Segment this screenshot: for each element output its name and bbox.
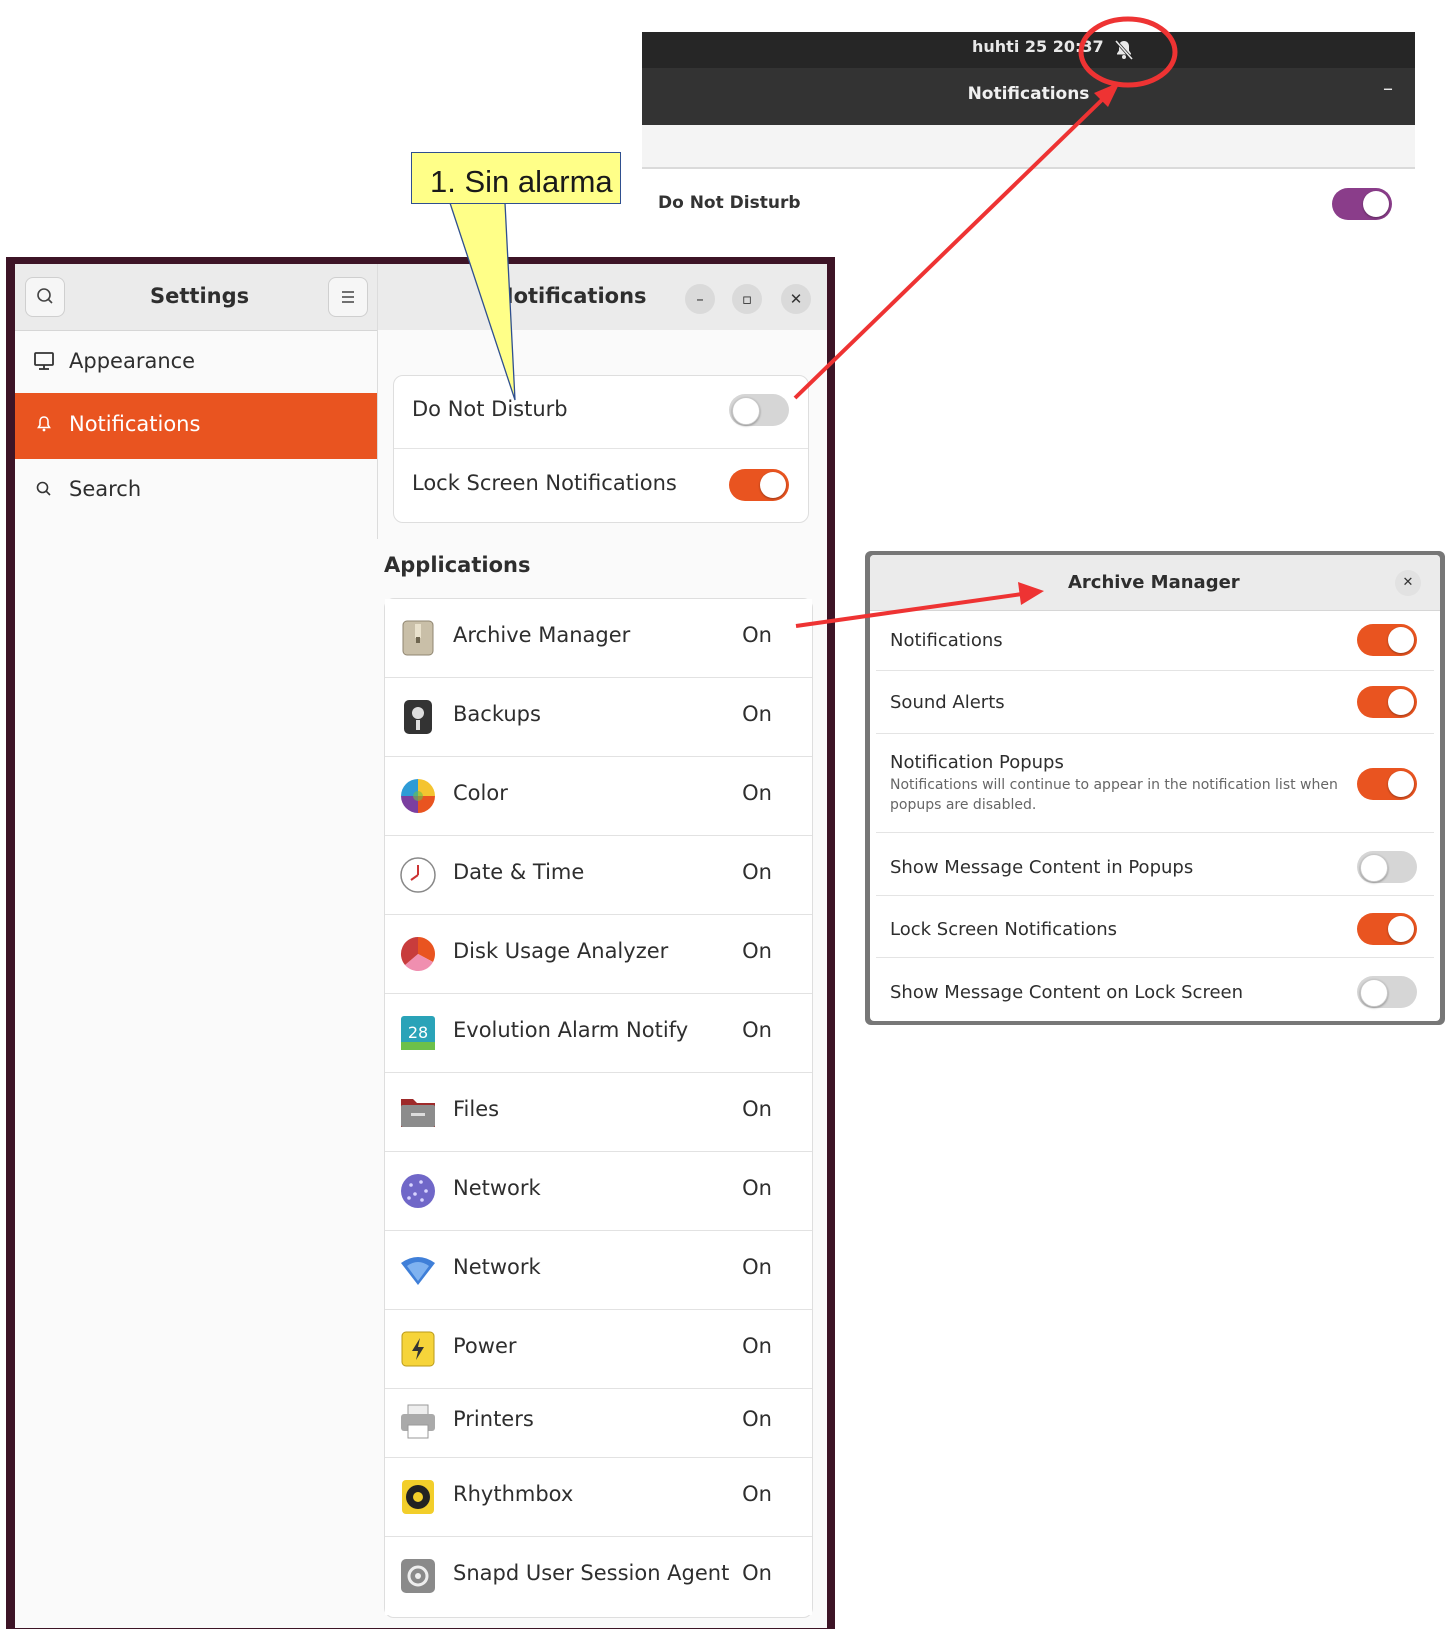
arrow-head [1018,582,1044,605]
arrow-to-topbar [793,93,1109,400]
highlight-circle [1078,16,1178,88]
callout-pointer [449,202,516,401]
arrow-to-dialog [795,592,1023,628]
annotation-overlay [449,16,1178,628]
callout-text: 1. Sin alarma [430,164,613,199]
